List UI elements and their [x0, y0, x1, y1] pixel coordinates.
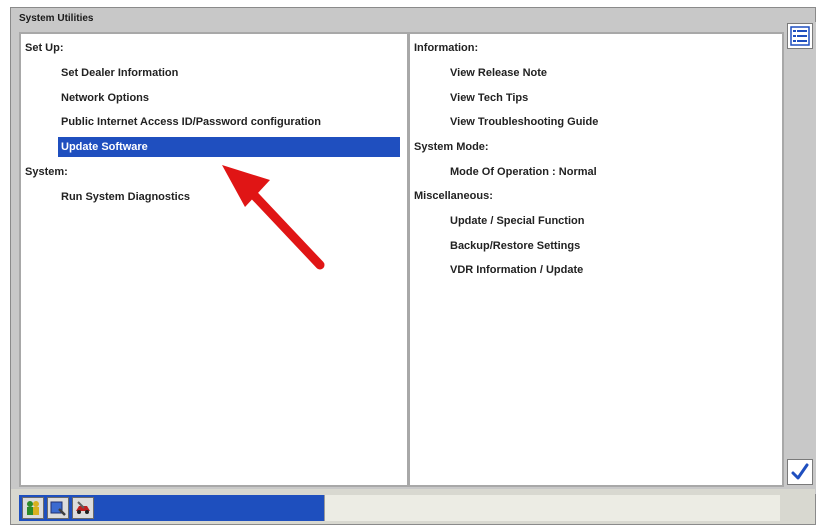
taskbar-status-area — [324, 495, 780, 521]
menu-item-network-options[interactable]: Network Options — [61, 88, 149, 108]
car-tool-icon[interactable] — [72, 497, 94, 519]
system-header: System: — [25, 166, 68, 178]
menu-item-run-system-diagnostics[interactable]: Run System Diagnostics — [61, 187, 190, 207]
confirm-button[interactable] — [787, 459, 813, 485]
menu-item-view-troubleshooting-guide[interactable]: View Troubleshooting Guide — [450, 112, 598, 132]
menu-item-set-dealer-information[interactable]: Set Dealer Information — [61, 63, 178, 83]
list-button[interactable] — [787, 23, 813, 49]
left-menu-panel: Set Up: Set Dealer Information Network O… — [19, 32, 409, 487]
miscellaneous-header: Miscellaneous: — [414, 190, 493, 202]
side-toolbar — [784, 22, 816, 494]
menu-item-update-special-function[interactable]: Update / Special Function — [450, 211, 584, 231]
list-icon — [790, 26, 810, 46]
system-mode-header: System Mode: — [414, 141, 489, 153]
system-utilities-window: System Utilities Set Up: Set Dealer Info… — [10, 7, 816, 525]
taskbar-icon-area — [19, 495, 324, 521]
bottom-taskbar — [11, 489, 815, 524]
menu-item-view-release-note[interactable]: View Release Note — [450, 63, 547, 83]
right-menu-panel: Information: View Release Note View Tech… — [408, 32, 784, 487]
window-title: System Utilities — [19, 13, 94, 24]
people-icon[interactable] — [22, 497, 44, 519]
checkmark-icon — [791, 463, 809, 480]
menu-item-view-tech-tips[interactable]: View Tech Tips — [450, 88, 528, 108]
menu-item-vdr-information-update[interactable]: VDR Information / Update — [450, 260, 583, 280]
scan-tool-icon[interactable] — [47, 497, 69, 519]
menu-item-public-internet-access[interactable]: Public Internet Access ID/Password confi… — [61, 112, 321, 132]
menu-item-backup-restore-settings[interactable]: Backup/Restore Settings — [450, 236, 580, 256]
information-header: Information: — [414, 42, 479, 54]
title-bar: System Utilities — [11, 8, 815, 30]
menu-item-update-software[interactable]: Update Software — [58, 137, 400, 157]
setup-header: Set Up: — [25, 42, 64, 54]
menu-item-mode-of-operation[interactable]: Mode Of Operation : Normal — [450, 162, 597, 182]
